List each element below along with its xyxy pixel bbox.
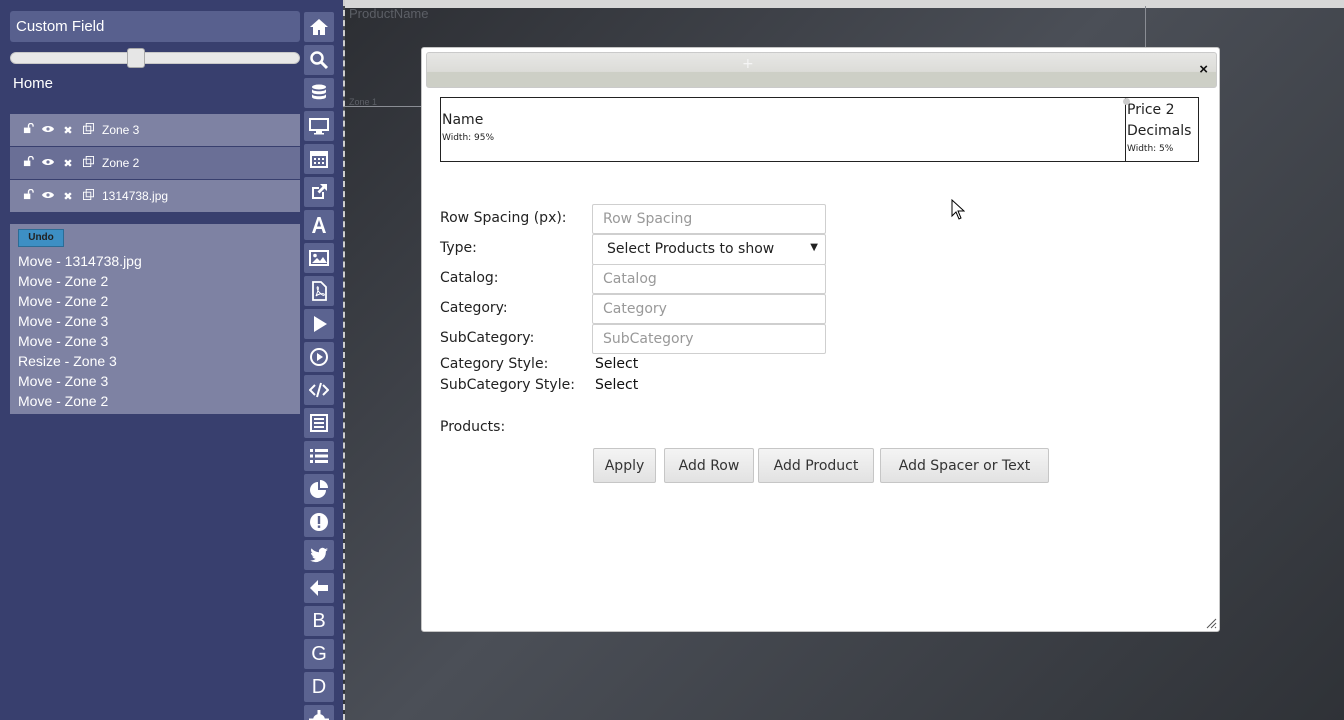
unlock-icon[interactable]	[18, 155, 38, 170]
copy-icon[interactable]	[78, 156, 98, 170]
zoom-slider[interactable]	[10, 48, 300, 68]
row-spacing-label: Row Spacing (px):	[440, 210, 567, 226]
chevron-down-icon: ▼	[810, 242, 818, 253]
close-icon[interactable]: ×	[1199, 61, 1208, 78]
eye-icon[interactable]	[38, 190, 58, 203]
b-icon[interactable]: B	[304, 606, 334, 636]
row-spacing-input[interactable]	[592, 204, 826, 234]
zone-outline	[345, 106, 425, 107]
mouse-cursor-icon	[951, 199, 965, 220]
column-name[interactable]: Name Width: 95%	[441, 98, 1126, 161]
resize-grip-icon[interactable]	[1206, 618, 1217, 629]
catalog-input[interactable]	[592, 264, 826, 294]
dialog-titlebar[interactable]: + ×	[426, 52, 1217, 88]
tool-bar: B G D	[301, 0, 343, 720]
canvas-top-strip	[345, 0, 1344, 8]
delete-icon[interactable]: ✖	[58, 157, 78, 170]
list-icon[interactable]	[304, 441, 334, 471]
layer-item[interactable]: ✖ Zone 2	[10, 147, 300, 179]
column-title: Name	[442, 112, 484, 128]
products-label: Products:	[440, 419, 506, 435]
zone-outline	[1145, 6, 1146, 48]
add-spacer-button[interactable]: Add Spacer or Text	[880, 448, 1049, 483]
eye-icon[interactable]	[38, 124, 58, 137]
play-icon[interactable]	[304, 309, 334, 339]
history-panel: Undo Move - 1314738.jpg Move - Zone 2 Mo…	[10, 224, 300, 414]
column-price[interactable]: Price 2 Decimals Width: 5%	[1123, 98, 1198, 161]
subcategory-label: SubCategory:	[440, 330, 535, 346]
copy-icon[interactable]	[78, 189, 98, 203]
add-row-button[interactable]: Add Row	[664, 448, 754, 483]
eye-icon[interactable]	[38, 157, 58, 170]
search-icon[interactable]	[304, 45, 334, 75]
history-item[interactable]: Move - Zone 2	[18, 392, 142, 412]
column-width-label: Width: 95%	[442, 133, 495, 143]
monitor-icon[interactable]	[304, 111, 334, 141]
twitter-icon[interactable]	[304, 540, 334, 570]
d-letter: D	[311, 675, 327, 698]
add-product-button[interactable]: Add Product	[758, 448, 874, 483]
gear-icon[interactable]	[304, 705, 334, 720]
ghost-product-name: ProductName	[349, 6, 429, 21]
pdf-icon[interactable]	[304, 276, 334, 306]
text-icon[interactable]	[304, 210, 334, 240]
pie-chart-icon[interactable]	[304, 474, 334, 504]
drag-handle-icon[interactable]: +	[742, 56, 754, 72]
column-layout-table: Name Width: 95% Price 2 Decimals Width: …	[440, 97, 1199, 162]
calendar-icon[interactable]	[304, 144, 334, 174]
layer-item[interactable]: ✖ Zone 3	[10, 114, 300, 146]
database-icon[interactable]	[304, 78, 334, 108]
form-icon[interactable]	[304, 408, 334, 438]
catalog-label: Catalog:	[440, 270, 499, 286]
column-resize-handle[interactable]	[1123, 98, 1130, 105]
external-link-icon[interactable]	[304, 177, 334, 207]
layer-name[interactable]: 1314738.jpg	[102, 189, 168, 203]
category-label: Category:	[440, 300, 508, 316]
type-select-value: Select Products to show	[607, 241, 775, 257]
category-style-label: Category Style:	[440, 356, 549, 372]
g-icon[interactable]: G	[304, 639, 334, 669]
type-label: Type:	[440, 240, 477, 256]
undo-button[interactable]: Undo	[18, 229, 64, 247]
apply-button[interactable]: Apply	[593, 448, 656, 483]
history-item[interactable]: Move - Zone 2	[18, 292, 142, 312]
subcategory-style-select[interactable]: Select	[595, 377, 638, 393]
slider-thumb[interactable]	[127, 48, 145, 68]
alert-icon[interactable]	[304, 507, 334, 537]
subcategory-style-label: SubCategory Style:	[440, 377, 575, 393]
back-arrow-icon[interactable]	[304, 573, 334, 603]
b-letter: B	[312, 609, 326, 632]
code-icon[interactable]	[304, 375, 334, 405]
home-breadcrumb[interactable]: Home	[13, 75, 53, 92]
delete-icon[interactable]: ✖	[58, 190, 78, 203]
sidebar: Custom Field Home ✖ Zone 3 ✖ Zone 2 ✖ 13…	[5, 0, 301, 720]
layer-name[interactable]: Zone 3	[102, 123, 139, 137]
history-item[interactable]: Resize - Zone 3	[18, 352, 142, 372]
home-icon[interactable]	[304, 12, 334, 42]
history-item[interactable]: Move - 1314738.jpg	[18, 252, 142, 272]
column-title: Price 2 Decimals	[1127, 102, 1192, 139]
column-width-label: Width: 5%	[1127, 144, 1174, 154]
subcategory-input[interactable]	[592, 324, 826, 354]
d-icon[interactable]: D	[304, 672, 334, 702]
type-select[interactable]: Select Products to show ▼	[592, 234, 826, 265]
category-input[interactable]	[592, 294, 826, 324]
layer-item[interactable]: ✖ 1314738.jpg	[10, 180, 300, 212]
history-item[interactable]: Move - Zone 2	[18, 272, 142, 292]
unlock-icon[interactable]	[18, 188, 38, 203]
history-item[interactable]: Move - Zone 3	[18, 332, 142, 352]
history-item[interactable]: Move - Zone 3	[18, 372, 142, 392]
product-list-dialog: + × Name Width: 95% Price 2 Decimals Wid…	[421, 47, 1220, 632]
custom-field-title[interactable]: Custom Field	[10, 11, 300, 42]
g-letter: G	[311, 642, 327, 665]
image-icon[interactable]	[304, 243, 334, 273]
unlock-icon[interactable]	[18, 122, 38, 137]
history-item[interactable]: Move - Zone 3	[18, 312, 142, 332]
play-circle-icon[interactable]	[304, 342, 334, 372]
category-style-select[interactable]: Select	[595, 356, 638, 372]
delete-icon[interactable]: ✖	[58, 124, 78, 137]
layer-name[interactable]: Zone 2	[102, 156, 139, 170]
copy-icon[interactable]	[78, 123, 98, 137]
